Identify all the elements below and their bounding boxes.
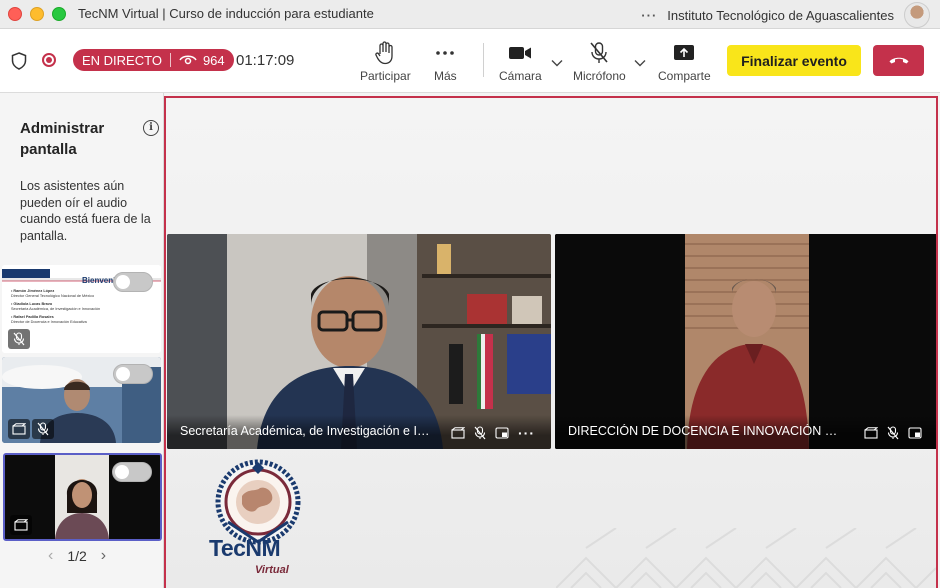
participant-thumbnail-attendee[interactable] — [2, 357, 161, 443]
screen-layout-icon[interactable] — [495, 427, 509, 439]
screen-layout-icon[interactable] — [908, 427, 922, 439]
live-status-badge: EN DIRECTO 964 — [73, 49, 234, 71]
more-actions-label: Más — [434, 69, 457, 83]
raise-hand-button[interactable]: Participar — [360, 41, 411, 83]
thumbnail-pagination: ‹ 1/2 › — [48, 547, 106, 565]
participant-video-tile[interactable]: Secretaría Académica, de Investigación e… — [167, 234, 551, 449]
live-label: EN DIRECTO — [82, 52, 162, 68]
elapsed-time: 01:17:09 — [236, 52, 295, 69]
end-event-button[interactable]: Finalizar evento — [727, 45, 861, 76]
participant-name: Secretaría Académica, de Investigación e… — [180, 424, 430, 438]
close-window-button[interactable] — [8, 7, 22, 21]
recording-icon[interactable] — [42, 53, 56, 67]
next-page-icon[interactable]: › — [101, 547, 106, 565]
more-options-icon[interactable]: ··· — [641, 8, 657, 23]
participant-thumbnail-selected[interactable] — [3, 453, 162, 541]
panel-description: Los asistentes aún pueden oír el audio c… — [20, 179, 151, 243]
viewers-icon — [179, 54, 197, 66]
participant-thumbnail-slide[interactable]: Bienvenid • Ramón Jiménez López Director… — [2, 265, 161, 353]
user-avatar[interactable] — [904, 2, 930, 28]
camera-off-icon — [864, 427, 878, 439]
window-controls — [8, 7, 66, 21]
show-on-screen-toggle[interactable] — [112, 462, 152, 482]
share-label: Comparte — [658, 69, 711, 83]
window-titlebar: TecNM Virtual | Curso de inducción para … — [0, 0, 940, 29]
info-icon[interactable]: i — [143, 120, 159, 136]
show-on-screen-toggle[interactable] — [113, 364, 153, 384]
mic-options-chevron-icon[interactable] — [634, 54, 646, 72]
viewer-count: 964 — [202, 52, 225, 68]
mic-off-icon — [588, 41, 610, 65]
slide-line: Director de Docencia e Innovación Educat… — [11, 319, 87, 324]
organization-name: Instituto Tecnológico de Aguascalientes — [667, 7, 894, 23]
meeting-toolbar: EN DIRECTO 964 01:17:09 Participar Más C… — [0, 29, 940, 93]
share-button[interactable]: Comparte — [658, 41, 711, 83]
more-actions-button[interactable]: Más — [434, 41, 457, 83]
camera-label: Cámara — [499, 69, 542, 83]
shield-icon[interactable] — [11, 52, 27, 75]
mic-off-icon — [32, 419, 54, 439]
tile-status-icons — [864, 426, 922, 440]
ellipsis-icon — [435, 41, 455, 65]
camera-icon — [508, 41, 532, 65]
mic-off-icon — [474, 426, 486, 440]
mic-off-icon — [887, 426, 899, 440]
logo-wordmark: TecNM — [209, 535, 281, 561]
participant-name: DIRECCIÓN DE DOCENCIA E INNOVACIÓN EDUCA… — [568, 424, 843, 438]
previous-page-icon[interactable]: ‹ — [48, 547, 53, 565]
raise-hand-label: Participar — [360, 69, 411, 83]
hand-icon — [374, 41, 396, 65]
slide-text-block: • Ramón Jiménez López Director General T… — [11, 289, 121, 325]
hang-up-button[interactable] — [873, 45, 924, 76]
live-separator — [169, 53, 171, 67]
event-stage: Secretaría Académica, de Investigación e… — [164, 96, 938, 588]
tile-status-icons: ··· — [451, 426, 535, 440]
mic-label: Micrófono — [573, 69, 626, 83]
camera-off-icon — [10, 515, 32, 535]
show-on-screen-toggle[interactable] — [113, 272, 153, 292]
window-title: TecNM Virtual | Curso de inducción para … — [78, 6, 374, 21]
logo-subtitle: Virtual — [255, 564, 289, 576]
participant-video-tile[interactable]: DIRECCIÓN DE DOCENCIA E INNOVACIÓN EDUCA… — [555, 234, 936, 449]
camera-off-icon — [8, 419, 30, 439]
maximize-window-button[interactable] — [52, 7, 66, 21]
phone-hangup-icon — [888, 52, 910, 70]
microphone-button[interactable]: Micrófono — [573, 41, 626, 83]
minimize-window-button[interactable] — [30, 7, 44, 21]
tile-more-options-icon[interactable]: ··· — [518, 426, 535, 440]
page-indicator: 1/2 — [67, 548, 87, 564]
share-screen-icon — [673, 41, 695, 65]
camera-off-icon — [451, 427, 465, 439]
decorative-pattern — [556, 528, 936, 588]
camera-options-chevron-icon[interactable] — [551, 54, 563, 72]
toolbar-divider — [483, 43, 484, 77]
mic-off-icon — [8, 329, 30, 349]
manage-screen-panel: Administrar pantalla i Los asistentes aú… — [0, 93, 164, 588]
camera-button[interactable]: Cámara — [499, 41, 542, 83]
title-right-group: ··· Instituto Tecnológico de Aguascalien… — [641, 2, 930, 28]
panel-title: Administrar pantalla — [20, 120, 105, 158]
